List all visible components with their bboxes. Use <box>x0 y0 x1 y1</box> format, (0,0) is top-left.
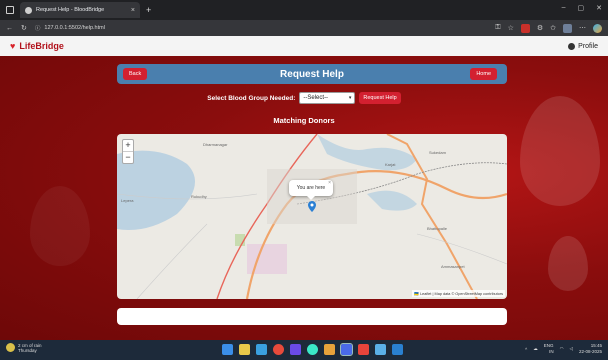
brand[interactable]: ♥ LifeBridge <box>10 41 64 51</box>
browser-tab[interactable]: Request Help - BloodBridge × <box>20 2 140 18</box>
page-header: Back Request Help Home <box>117 64 507 84</box>
map-water <box>367 190 417 211</box>
map-minor-road <box>136 223 208 299</box>
app-icon[interactable] <box>340 343 353 356</box>
decorative-blood-drop <box>30 186 90 266</box>
profile-avatar-icon[interactable] <box>563 23 572 33</box>
back-button[interactable]: Back <box>123 68 148 80</box>
file-explorer-icon[interactable] <box>239 344 250 355</box>
browser-tab-bar: Request Help - BloodBridge × + – ▢ ✕ <box>0 0 608 20</box>
blood-group-form: Select Blood Group Needed: --Select-- ▾ … <box>0 92 608 104</box>
tab-title: Request Help - BloodBridge <box>36 7 105 13</box>
user-icon <box>568 42 576 50</box>
map-place-label: Dharmanagar <box>203 142 228 147</box>
more-icon[interactable]: ⋯ <box>579 24 586 32</box>
zoom-out-button[interactable]: − <box>123 151 133 163</box>
close-window-button[interactable]: ✕ <box>596 4 602 12</box>
window-controls: – ▢ ✕ <box>562 4 602 12</box>
globe-icon <box>25 6 32 14</box>
url-field[interactable]: ⓘ 127.0.0.1:5502/help.html <box>35 24 175 32</box>
blood-group-label: Select Blood Group Needed: <box>207 94 296 102</box>
extensions-puzzle-icon[interactable]: ⚙ <box>537 24 543 32</box>
chrome-icon[interactable] <box>273 344 284 355</box>
map-minor-road <box>416 233 507 265</box>
start-icon[interactable] <box>222 344 233 355</box>
chevron-down-icon: ▾ <box>348 95 352 101</box>
minimize-button[interactable]: – <box>562 4 566 12</box>
map-place-label: Rukudhy <box>191 194 207 199</box>
map-place-label: Ammasanpet <box>441 264 465 269</box>
zoom-in-button[interactable]: + <box>123 140 133 151</box>
date: 22-08-2025 <box>578 349 602 354</box>
page-title: Request Help <box>280 68 344 80</box>
popup-close-icon[interactable]: × <box>328 180 331 186</box>
vscode-icon[interactable] <box>392 344 403 355</box>
browser-toolbar-icons: ⚿ ☆ ⚙ ✩ ⋯ <box>495 23 602 33</box>
taskbar-apps <box>222 343 403 356</box>
heart-icon: ♥ <box>10 41 16 51</box>
decorative-blood-drop <box>520 96 600 206</box>
zoom-control: + − <box>122 139 134 164</box>
taskbar: 2 cm of rain Thursday ^ ☁ ENG IN ◠ ◁ 15:… <box>0 340 608 360</box>
back-arrow-icon[interactable]: ← <box>6 25 13 32</box>
window-menu-icon[interactable] <box>6 6 14 14</box>
home-button[interactable]: Home <box>470 68 497 80</box>
wifi-icon[interactable]: ◠ <box>560 346 564 352</box>
brand-name: LifeBridge <box>19 41 64 51</box>
favorites-icon[interactable]: ✩ <box>550 24 556 32</box>
chevron-up-icon[interactable]: ^ <box>525 347 527 352</box>
url-text: 127.0.0.1:5502/help.html <box>44 25 105 31</box>
onedrive-icon[interactable]: ☁ <box>533 346 538 352</box>
address-bar: ← ↻ ⓘ 127.0.0.1:5502/help.html ⚿ ☆ ⚙ ✩ ⋯ <box>0 20 608 36</box>
lang-line2: IN <box>549 349 554 354</box>
page: ♥ LifeBridge Profile Back Request Help H… <box>0 36 608 340</box>
map-marker-icon[interactable] <box>308 201 316 212</box>
app-icon[interactable] <box>290 344 301 355</box>
donor-list <box>117 308 507 325</box>
popup-text: You are here <box>296 185 326 191</box>
edge-icon[interactable] <box>256 344 267 355</box>
system-tray: ^ ☁ ENG IN ◠ ◁ 15:45 22-08-2025 <box>525 343 602 355</box>
info-icon[interactable]: ⓘ <box>35 24 41 32</box>
map-place-label: Karjat <box>385 162 396 167</box>
weather-line2: Thursday <box>18 348 37 353</box>
volume-icon[interactable]: ◁ <box>570 346 573 352</box>
tab-close-icon[interactable]: × <box>131 7 135 14</box>
matching-donors-heading: Matching Donors <box>273 116 335 125</box>
language-indicator[interactable]: ENG IN <box>544 343 554 355</box>
app-icon[interactable] <box>307 344 318 355</box>
weather-widget[interactable]: 2 cm of rain Thursday <box>6 343 42 353</box>
weather-icon <box>6 343 15 352</box>
key-icon[interactable]: ⚿ <box>495 24 500 32</box>
decorative-blood-drop <box>548 236 588 291</box>
navbar: ♥ LifeBridge Profile <box>0 36 608 56</box>
map[interactable]: Dharmanagar Karjat Sukedam Lepera Rukudh… <box>117 134 507 299</box>
profile-link[interactable]: Profile <box>568 42 598 50</box>
map-place-label: Sukedam <box>429 150 446 155</box>
location-popup: You are here × <box>289 180 333 200</box>
request-help-button[interactable]: Request Help <box>359 92 401 104</box>
new-tab-button[interactable]: + <box>146 5 151 15</box>
star-icon[interactable]: ☆ <box>508 24 514 32</box>
extension-icon[interactable] <box>520 23 530 33</box>
blood-group-select[interactable]: --Select-- ▾ <box>299 92 356 104</box>
map-place-label: Lepera <box>121 198 134 203</box>
app-icon[interactable] <box>358 344 369 355</box>
select-value: --Select-- <box>303 95 329 101</box>
map-place-label: Bhattopalle <box>427 226 448 231</box>
app-icon[interactable] <box>324 344 335 355</box>
copilot-icon[interactable] <box>593 23 602 33</box>
reload-icon[interactable]: ↻ <box>21 24 27 32</box>
map-water <box>317 134 417 171</box>
map-tiles <box>117 134 507 299</box>
maximize-button[interactable]: ▢ <box>578 4 585 12</box>
app-icon[interactable] <box>375 344 386 355</box>
profile-label: Profile <box>578 42 598 50</box>
map-attribution[interactable]: 🇺🇦 Leaflet | Map data © OpenStreetMap co… <box>412 290 505 297</box>
clock[interactable]: 15:45 22-08-2025 <box>579 343 602 355</box>
